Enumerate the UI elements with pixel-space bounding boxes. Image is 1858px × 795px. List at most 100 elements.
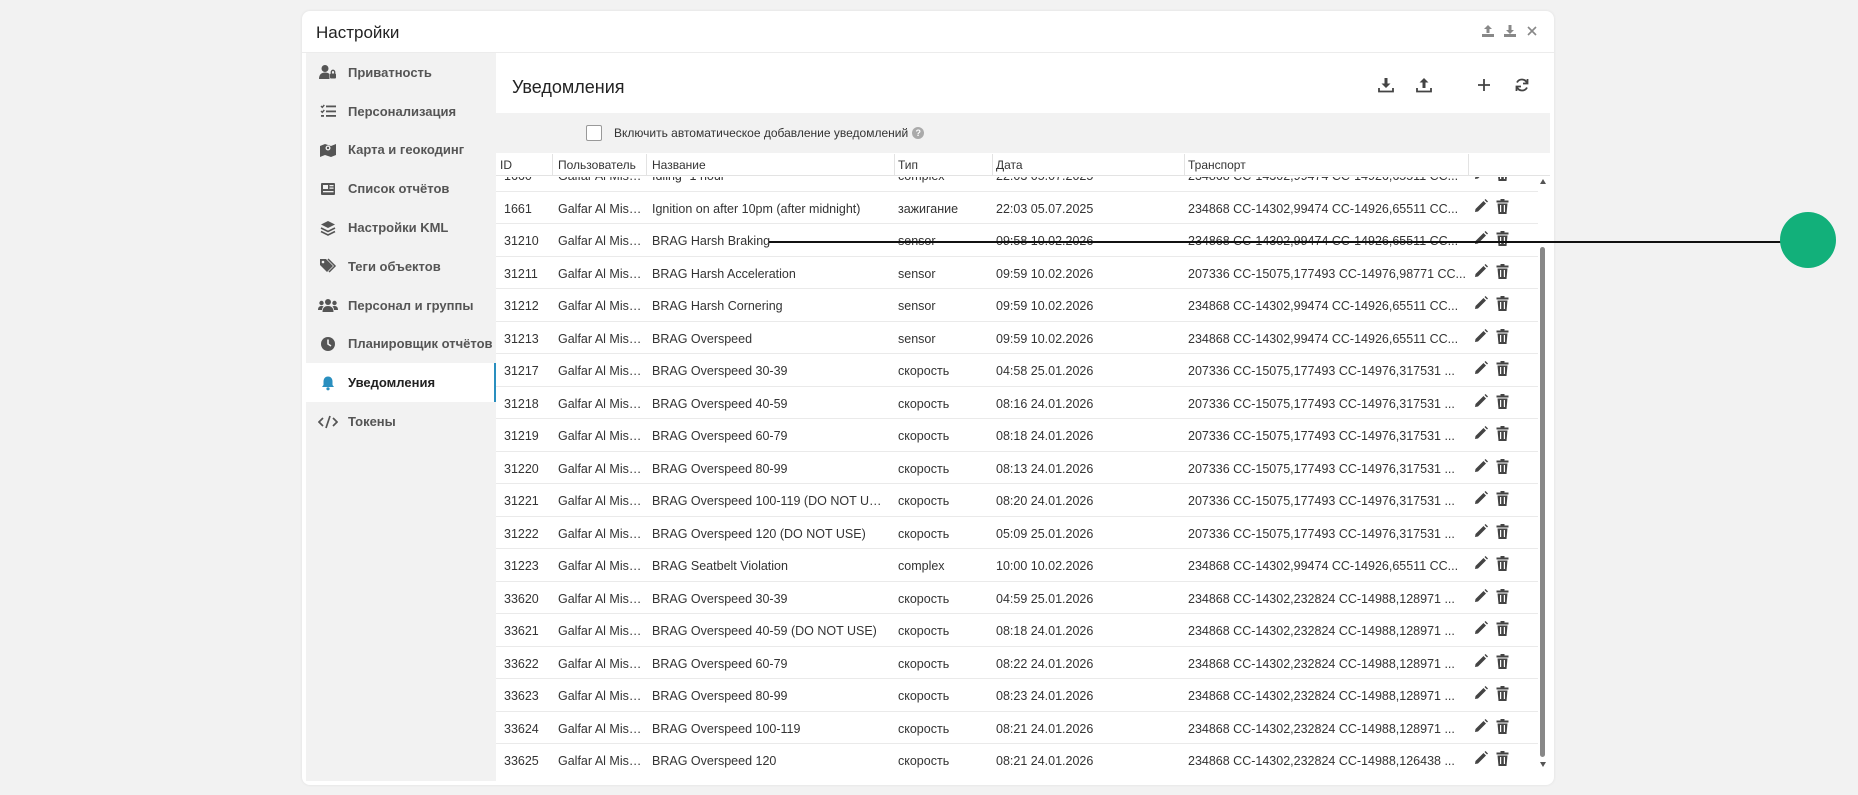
table-row[interactable]: 33620 Galfar Al Misn... BRAG Overspeed 30-… bbox=[496, 582, 1538, 614]
row-type: скорость bbox=[898, 429, 950, 443]
table-row[interactable]: 33621 Galfar Al Misn... BRAG Overspeed 40-… bbox=[496, 614, 1538, 647]
row-user: Galfar Al Misn... bbox=[558, 689, 646, 703]
trash-icon[interactable] bbox=[1496, 556, 1512, 572]
row-name: BRAG Overspeed 80-99 bbox=[652, 689, 788, 703]
trash-icon[interactable] bbox=[1496, 458, 1512, 475]
table-row[interactable]: 31219 Galfar Al Misn... BRAG Overspeed 60-… bbox=[496, 419, 1538, 452]
table-row[interactable]: 31223 Galfar Al Misn... BRAG Seatbelt Viol… bbox=[496, 549, 1538, 582]
trash-icon[interactable] bbox=[1496, 686, 1512, 702]
table-row[interactable]: 31220 Galfar Al Misn... BRAG Overspeed 80-… bbox=[496, 452, 1538, 484]
row-transport: 207336 CC-15075,177493 CC-14976,317531 .… bbox=[1188, 364, 1455, 378]
table-row[interactable]: 31222 Galfar Al Misn... BRAG Overspeed 120… bbox=[496, 517, 1538, 549]
row-date: 04:58 25.01.2026 bbox=[996, 364, 1094, 378]
sidebar-item[interactable]: Теги объектов bbox=[306, 247, 496, 286]
upload-icon[interactable] bbox=[1414, 75, 1434, 95]
edit-icon[interactable] bbox=[1474, 751, 1490, 767]
refresh-icon[interactable] bbox=[1512, 75, 1532, 95]
edit-icon[interactable] bbox=[1474, 231, 1490, 247]
trash-icon[interactable] bbox=[1496, 751, 1512, 767]
scroll-up-arrow[interactable] bbox=[1540, 179, 1546, 184]
trash-icon[interactable] bbox=[1496, 361, 1512, 377]
table-row[interactable]: 33625 Galfar Al Misn... BRAG Overspeed 120… bbox=[496, 744, 1538, 769]
row-transport: 207336 CC-15075,177493 CC-14976,317531 .… bbox=[1188, 526, 1455, 541]
trash-icon[interactable] bbox=[1496, 653, 1512, 670]
sidebar-item[interactable]: Токены bbox=[306, 402, 496, 441]
edit-icon[interactable] bbox=[1474, 426, 1490, 442]
table-row[interactable]: 31211 Galfar Al Misn... BRAG Harsh Acceler… bbox=[496, 257, 1538, 289]
edit-icon[interactable] bbox=[1474, 263, 1490, 280]
sidebar-item[interactable]: Уведомления bbox=[306, 363, 496, 403]
sidebar-item[interactable]: Список отчётов bbox=[306, 169, 496, 208]
upload-icon[interactable] bbox=[1480, 23, 1496, 39]
row-type: complex bbox=[898, 177, 990, 183]
scroll-down-arrow[interactable] bbox=[1540, 762, 1546, 767]
table-row[interactable]: 33624 Galfar Al Misn... BRAG Overspeed 100… bbox=[496, 712, 1538, 744]
column-header-transport[interactable]: Транспорт bbox=[1188, 158, 1246, 172]
row-id: 33623 bbox=[504, 689, 539, 703]
row-id: 31223 bbox=[504, 559, 539, 573]
trash-icon[interactable] bbox=[1496, 393, 1512, 410]
trash-icon[interactable] bbox=[1496, 588, 1512, 605]
sidebar-item[interactable]: Персонализация bbox=[306, 92, 496, 131]
scroll-thumb[interactable] bbox=[1540, 247, 1545, 757]
edit-icon[interactable] bbox=[1474, 393, 1490, 410]
sidebar-item[interactable]: Приватность bbox=[306, 53, 496, 92]
trash-icon[interactable] bbox=[1496, 718, 1512, 735]
notifications-panel: Уведомления Включить автоматическое доба… bbox=[496, 53, 1550, 781]
edit-icon[interactable] bbox=[1474, 523, 1490, 540]
trash-icon[interactable] bbox=[1496, 328, 1512, 345]
edit-icon[interactable] bbox=[1474, 686, 1490, 702]
trash-icon[interactable] bbox=[1496, 198, 1512, 215]
column-header-date[interactable]: Дата bbox=[996, 158, 1023, 172]
table-row[interactable]: 31212 Galfar Al Misn... BRAG Harsh Corneri… bbox=[496, 289, 1538, 322]
row-type: скорость bbox=[898, 689, 950, 703]
trash-icon[interactable] bbox=[1496, 296, 1512, 312]
sidebar-item[interactable]: Карта и геокодинг bbox=[306, 131, 496, 170]
table-row[interactable]: 31213 Galfar Al Misn... BRAG Overspeed sens… bbox=[496, 322, 1538, 354]
edit-icon[interactable] bbox=[1474, 458, 1490, 475]
table-row[interactable]: 31218 Galfar Al Misn... BRAG Overspeed 40-… bbox=[496, 387, 1538, 419]
edit-icon[interactable] bbox=[1474, 556, 1490, 572]
plus-icon[interactable] bbox=[1474, 75, 1494, 95]
edit-icon[interactable] bbox=[1474, 361, 1490, 377]
download-icon[interactable] bbox=[1502, 23, 1518, 39]
column-header-type[interactable]: Тип bbox=[898, 158, 918, 172]
table-row[interactable]: 1660 Galfar Al Misn... Idling- 1 hour compl… bbox=[496, 177, 1538, 192]
edit-icon[interactable] bbox=[1474, 491, 1490, 507]
trash-icon[interactable] bbox=[1496, 263, 1512, 280]
trash-icon[interactable] bbox=[1496, 491, 1512, 507]
edit-icon[interactable] bbox=[1474, 621, 1490, 637]
auto-add-label: Включить автоматическое добавление уведо… bbox=[614, 126, 909, 140]
edit-icon[interactable] bbox=[1474, 653, 1490, 670]
trash-icon[interactable] bbox=[1496, 621, 1512, 637]
edit-icon[interactable] bbox=[1474, 177, 1490, 182]
sidebar-item[interactable]: Персонал и группы bbox=[306, 286, 496, 325]
table-row[interactable]: 33622 Galfar Al Misn... BRAG Overspeed 60-… bbox=[496, 647, 1538, 679]
row-id: 31210 bbox=[504, 234, 539, 248]
table-row[interactable]: 31221 Galfar Al Misn... BRAG Overspeed 100… bbox=[496, 484, 1538, 517]
edit-icon[interactable] bbox=[1474, 198, 1490, 215]
table-row[interactable]: 31217 Galfar Al Misn... BRAG Overspeed 30-… bbox=[496, 354, 1538, 387]
help-icon[interactable]: ? bbox=[912, 127, 925, 139]
edit-icon[interactable] bbox=[1474, 588, 1490, 605]
trash-icon[interactable] bbox=[1496, 523, 1512, 540]
column-header-name[interactable]: Название bbox=[652, 158, 706, 172]
sidebar-item[interactable]: Планировщик отчётов bbox=[306, 325, 496, 364]
download-icon[interactable] bbox=[1376, 75, 1396, 95]
auto-add-checkbox[interactable] bbox=[586, 125, 602, 141]
sidebar-item-label: Карта и геокодинг bbox=[348, 142, 465, 158]
column-header-user[interactable]: Пользователь bbox=[558, 158, 636, 172]
trash-icon[interactable] bbox=[1496, 426, 1512, 442]
pointer-line bbox=[769, 241, 1788, 243]
edit-icon[interactable] bbox=[1474, 328, 1490, 345]
column-header-id[interactable]: ID bbox=[500, 158, 512, 172]
trash-icon[interactable] bbox=[1496, 231, 1512, 247]
sidebar-item[interactable]: Настройки KML bbox=[306, 208, 496, 247]
table-scrollbar[interactable] bbox=[1538, 177, 1548, 769]
table-row[interactable]: 33623 Galfar Al Misn... BRAG Overspeed 80-… bbox=[496, 679, 1538, 712]
edit-icon[interactable] bbox=[1474, 296, 1490, 312]
close-icon[interactable] bbox=[1524, 23, 1540, 39]
table-row[interactable]: 1661 Galfar Al Misn... Ignition on after 1… bbox=[496, 192, 1538, 224]
edit-icon[interactable] bbox=[1474, 718, 1490, 735]
trash-icon[interactable] bbox=[1496, 177, 1512, 182]
